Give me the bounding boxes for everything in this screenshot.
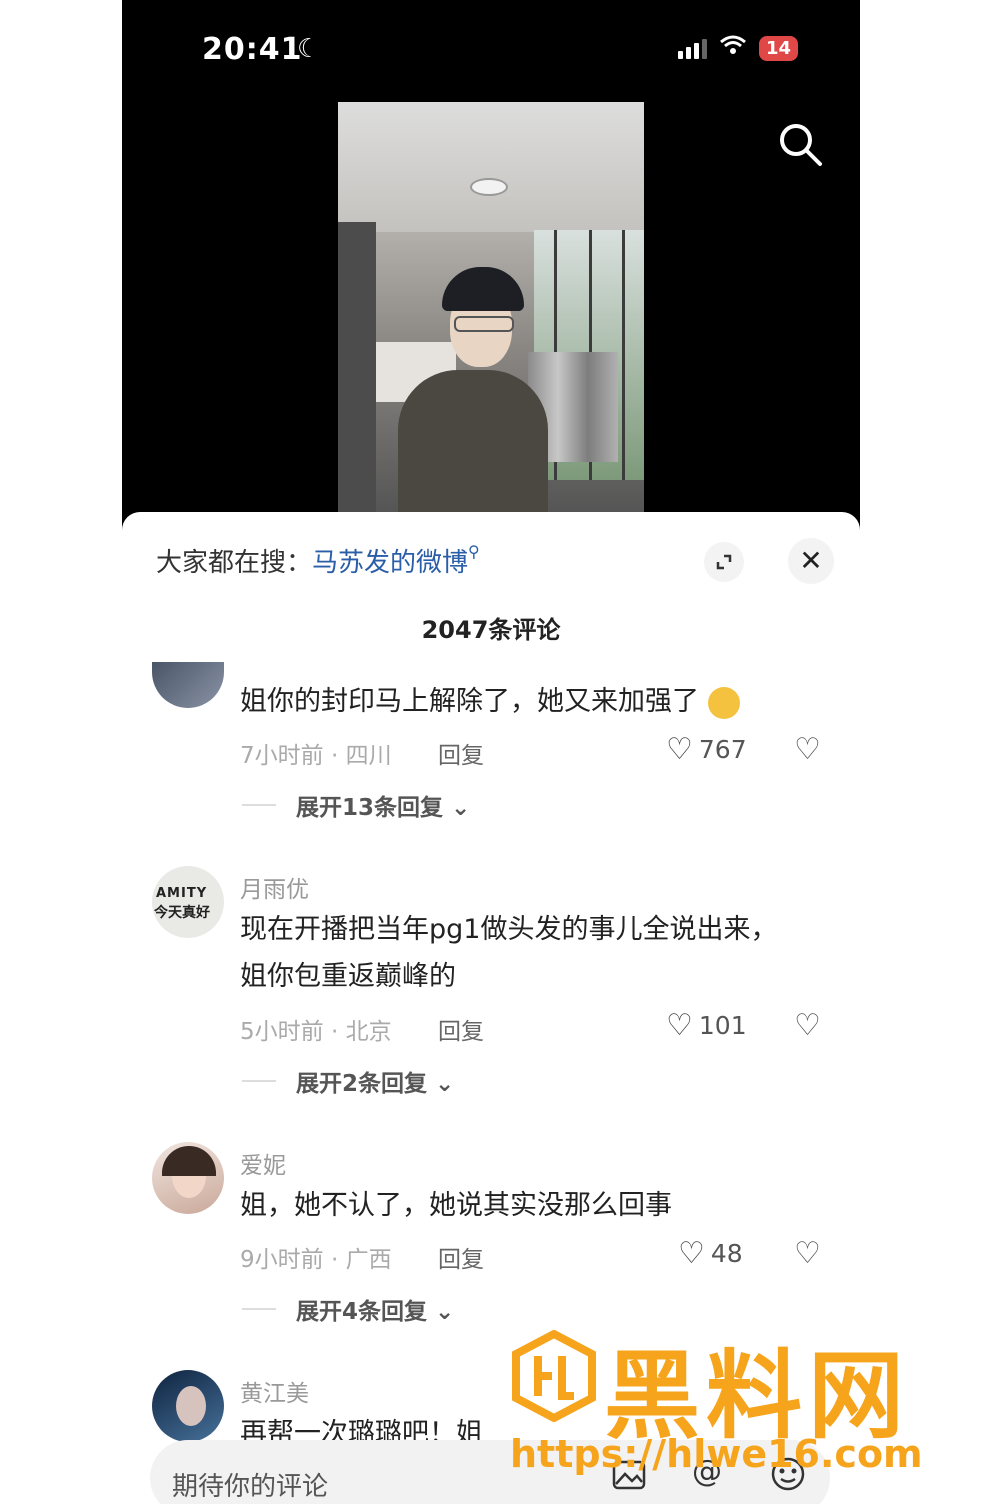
username[interactable]: 月雨优 (240, 870, 309, 904)
signal-icon (677, 37, 707, 59)
wifi-icon (719, 34, 747, 62)
divider (242, 1308, 276, 1310)
broken-heart-icon[interactable]: ♡ (794, 1008, 821, 1043)
chevron-down-icon: ⌄ (435, 1071, 455, 1097)
reply-button[interactable]: 回复 (438, 1240, 484, 1274)
video-player[interactable]: 20:41 ☾ 14 (122, 0, 860, 530)
comment-meta: 7小时前 · 四川 (240, 743, 392, 769)
status-time: 20:41 (202, 32, 303, 67)
avatar[interactable] (152, 1370, 224, 1442)
chevron-down-icon: ⌄ (435, 1299, 455, 1325)
comment-placeholder: 期待你的评论 (172, 1472, 329, 1502)
reply-button[interactable]: 回复 (438, 736, 484, 770)
search-small-icon: ⚲ (468, 542, 480, 561)
hot-search[interactable]: 大家都在搜：马苏发的微博⚲ (156, 542, 480, 579)
username[interactable]: 爱妮 (240, 1146, 286, 1180)
avatar[interactable] (152, 1142, 224, 1214)
heart-icon: ♡ (678, 1236, 705, 1271)
watermark-logo (508, 1329, 600, 1423)
expand-icon[interactable] (704, 542, 744, 582)
like-count: 48 (710, 1239, 743, 1268)
avatar[interactable]: AMITY 今天真好 (152, 866, 224, 938)
video-frame (338, 102, 644, 512)
like-count: 101 (698, 1011, 747, 1040)
username[interactable]: 黄江美 (240, 1374, 309, 1408)
comment-meta: 9小时前 · 广西 (240, 1247, 392, 1273)
emoji-icon (707, 686, 740, 719)
broken-heart-icon[interactable]: ♡ (794, 1236, 821, 1271)
phone-screen: 20:41 ☾ 14 大家都在搜：马苏发的微博⚲ ✕ 2047条评论 姐你的封印… (122, 0, 860, 1504)
like-button[interactable]: ♡ 101 (666, 1008, 747, 1043)
status-icons: 14 (677, 34, 798, 62)
expand-replies-button[interactable]: 展开13条回复 ⌄ (296, 788, 470, 822)
divider (242, 1080, 276, 1082)
divider (242, 804, 276, 806)
comment-text: 现在开播把当年pg1做头发的事儿全说出来， 姐你包重返巅峰的 (240, 914, 778, 992)
comment-text: 姐你的封印马上解除了，她又来加强了 (240, 678, 810, 725)
watermark-url: https://hlwe16.com (510, 1432, 923, 1476)
expand-replies-button[interactable]: 展开4条回复 ⌄ (296, 1292, 454, 1326)
like-button[interactable]: ♡ 48 (678, 1236, 743, 1271)
like-button[interactable]: ♡ 767 (666, 732, 747, 767)
close-icon[interactable]: ✕ (788, 538, 834, 584)
heart-icon: ♡ (666, 1008, 693, 1043)
chevron-down-icon: ⌄ (451, 795, 471, 821)
avatar[interactable] (152, 662, 224, 708)
reply-button[interactable]: 回复 (438, 1012, 484, 1046)
like-count: 767 (698, 735, 747, 764)
comment-text: 姐，她不认了，她说其实没那么回事 (240, 1190, 672, 1221)
broken-heart-icon[interactable]: ♡ (794, 732, 821, 767)
expand-replies-button[interactable]: 展开2条回复 ⌄ (296, 1064, 454, 1098)
hot-search-term[interactable]: 马苏发的微博 (312, 548, 468, 578)
comment-meta: 5小时前 · 北京 (240, 1019, 392, 1045)
hot-search-prefix: 大家都在搜： (156, 548, 313, 578)
moon-icon: ☾ (297, 34, 321, 64)
battery-indicator: 14 (758, 35, 798, 61)
heart-icon: ♡ (666, 732, 693, 767)
search-icon[interactable] (776, 120, 826, 170)
comment-count: 2047条评论 (421, 616, 561, 644)
